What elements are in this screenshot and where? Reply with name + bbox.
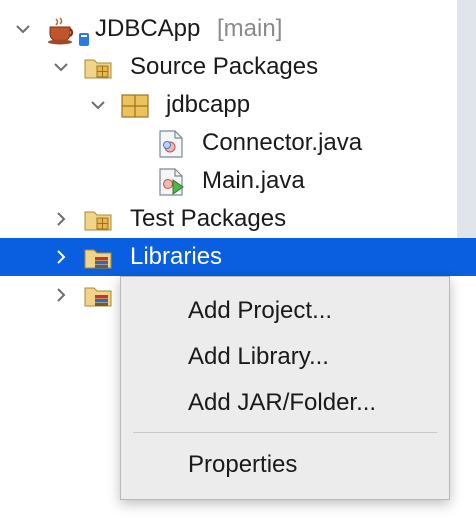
- menu-item-add-jar-folder[interactable]: Add JAR/Folder...: [121, 383, 449, 423]
- java-main-file-icon: [156, 167, 186, 197]
- package-icon: [120, 91, 150, 121]
- tree-node-libraries[interactable]: Libraries: [0, 238, 476, 276]
- tree-label: Connector.java: [202, 129, 363, 156]
- menu-item-label: Add JAR/Folder...: [188, 389, 377, 416]
- folder-libraries-icon: [83, 281, 113, 311]
- menu-item-label: Properties: [188, 451, 298, 478]
- chevron-right-icon[interactable]: [46, 238, 76, 276]
- menu-separator: [133, 432, 437, 433]
- folder-packages-icon: [83, 205, 113, 235]
- git-branch-label: [main]: [217, 15, 283, 42]
- tree-node-source-packages[interactable]: Source Packages: [0, 48, 476, 86]
- chevron-down-icon[interactable]: [83, 86, 113, 124]
- menu-item-add-project[interactable]: Add Project...: [121, 291, 449, 331]
- project-name: JDBCApp: [95, 15, 201, 42]
- menu-item-label: Add Project...: [188, 297, 333, 324]
- folder-libraries-icon: [83, 243, 113, 273]
- menu-item-add-library[interactable]: Add Library...: [121, 337, 449, 377]
- folder-packages-icon: [83, 53, 113, 83]
- java-file-icon: [156, 129, 186, 159]
- tree-label: Source Packages: [130, 53, 319, 80]
- menu-item-properties[interactable]: Properties: [121, 445, 449, 485]
- tree-label: Main.java: [202, 167, 305, 194]
- tree-node-file[interactable]: Connector.java: [0, 124, 476, 162]
- chevron-down-icon[interactable]: [8, 10, 38, 48]
- tree-node-package[interactable]: jdbcapp: [0, 86, 476, 124]
- tree-node-file[interactable]: Main.java: [0, 162, 476, 200]
- chevron-down-icon[interactable]: [46, 48, 76, 86]
- tree-label: jdbcapp: [166, 91, 251, 118]
- menu-item-label: Add Library...: [188, 343, 329, 370]
- tree-label: Test Packages: [130, 205, 287, 232]
- coffee-project-icon: [46, 15, 89, 46]
- chevron-right-icon[interactable]: [46, 276, 76, 314]
- tree-label: Libraries: [130, 243, 223, 270]
- context-menu: Add Project... Add Library... Add JAR/Fo…: [120, 276, 450, 500]
- chevron-right-icon[interactable]: [46, 200, 76, 238]
- tree-node-test-packages[interactable]: Test Packages: [0, 200, 476, 238]
- tree-node-project[interactable]: JDBCApp [main]: [0, 10, 476, 48]
